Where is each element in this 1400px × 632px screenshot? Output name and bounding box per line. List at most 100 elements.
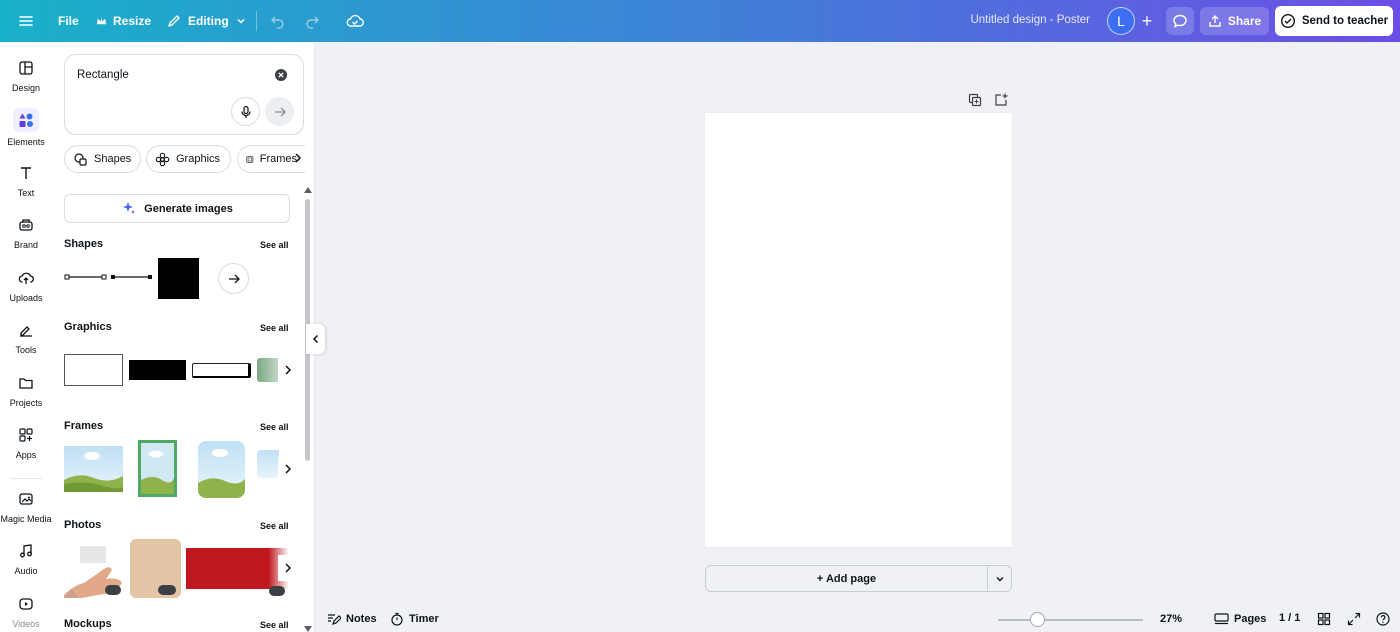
text-icon — [16, 163, 36, 183]
magic-media-icon — [16, 489, 36, 509]
see-all-mockups-link[interactable]: See all — [260, 620, 289, 630]
pages-button[interactable]: Pages — [1214, 612, 1266, 626]
photo-red[interactable] — [186, 548, 289, 596]
send-to-teacher-button[interactable]: Send to teacher — [1275, 6, 1393, 36]
chevron-down-icon — [237, 18, 245, 24]
help-button[interactable] — [1376, 612, 1390, 626]
chips-scroll-right-button[interactable] — [292, 150, 304, 166]
flower-icon — [155, 152, 170, 166]
search-input[interactable]: Rectangle — [77, 69, 129, 81]
grid-view-button[interactable] — [1317, 612, 1331, 626]
search-box[interactable]: Rectangle — [64, 54, 304, 135]
rail-item-design[interactable]: Design — [0, 58, 52, 93]
shape-square[interactable] — [158, 258, 199, 299]
add-page-button[interactable]: + Add page — [705, 565, 988, 592]
chip-graphics[interactable]: Graphics — [146, 145, 231, 173]
comments-button[interactable] — [1166, 7, 1194, 35]
photo-hand-card[interactable] — [64, 539, 124, 598]
plus-icon: + — [1141, 10, 1153, 31]
zoom-level[interactable]: 27% — [1160, 613, 1182, 625]
frame-partial[interactable] — [257, 450, 279, 478]
zoom-slider-thumb[interactable] — [1030, 612, 1045, 627]
shape-arrow-circle[interactable] — [218, 263, 249, 294]
resize-button[interactable]: Resize — [90, 7, 157, 35]
shapes-outline-icon — [74, 152, 87, 166]
zoom-slider-track[interactable] — [998, 619, 1143, 621]
graphics-scroll-right-button[interactable] — [278, 357, 298, 383]
add-page-icon-button[interactable] — [993, 92, 1009, 108]
avatar[interactable]: L — [1107, 7, 1135, 35]
cloud-upload-icon — [16, 268, 36, 288]
rail-label: Magic Media — [0, 514, 52, 524]
submit-search-button[interactable] — [265, 97, 294, 126]
share-button[interactable]: Share — [1200, 7, 1269, 35]
add-page-dropdown[interactable] — [987, 565, 1012, 592]
chip-shapes[interactable]: Shapes — [64, 145, 141, 173]
editing-mode-dropdown[interactable]: Editing — [160, 7, 253, 35]
photo-beige[interactable] — [130, 539, 181, 598]
timer-label: Timer — [409, 613, 439, 625]
rail-item-projects[interactable]: Projects — [0, 373, 52, 408]
section-title-frames: Frames — [64, 420, 104, 432]
rail-item-tools[interactable]: Tools — [0, 320, 52, 355]
rail-item-magic-media[interactable]: Magic Media — [0, 489, 52, 524]
rail-item-videos[interactable]: Videos — [0, 594, 52, 629]
chevron-down-icon — [996, 576, 1003, 581]
scroll-up-arrow-icon — [304, 187, 312, 193]
upload-icon — [1209, 15, 1221, 27]
graphic-black-rectangle[interactable] — [129, 360, 186, 380]
undo-icon — [271, 16, 284, 29]
close-circle-icon — [275, 69, 287, 81]
duplicate-page-button[interactable] — [967, 92, 983, 108]
chevron-right-icon — [285, 464, 292, 474]
rail-label: Brand — [13, 240, 39, 250]
pro-badge-icon — [158, 585, 176, 595]
rail-item-uploads[interactable]: Uploads — [0, 268, 52, 303]
timer-icon — [391, 612, 403, 626]
notes-button[interactable]: Notes — [327, 612, 377, 626]
chip-label: Graphics — [176, 153, 221, 165]
redo-icon — [306, 16, 319, 29]
section-title-graphics: Graphics — [64, 321, 112, 333]
cloud-check-icon — [346, 14, 364, 27]
shape-line-endpoints[interactable] — [64, 272, 108, 282]
see-all-graphics-link[interactable]: See all — [260, 323, 289, 333]
pencil-icon — [168, 15, 180, 27]
shape-line-filled-endpoints[interactable] — [110, 272, 154, 282]
fullscreen-button[interactable] — [1347, 612, 1361, 626]
shapes-icon — [13, 108, 39, 132]
voice-search-button[interactable] — [231, 97, 260, 126]
see-all-shapes-link[interactable]: See all — [260, 240, 289, 250]
graphic-outline-rectangle[interactable] — [64, 354, 123, 386]
rail-item-text[interactable]: Text — [0, 163, 52, 198]
undo-button[interactable] — [264, 7, 292, 35]
see-all-photos-link[interactable]: See all — [260, 521, 289, 531]
file-menu-button[interactable]: File — [52, 7, 85, 35]
frames-scroll-right-button[interactable] — [278, 456, 298, 482]
clear-search-button[interactable] — [274, 68, 288, 82]
help-icon — [1376, 612, 1390, 626]
rail-item-brand[interactable]: Brand — [0, 215, 52, 250]
menu-button[interactable] — [12, 7, 40, 35]
collapse-panel-button[interactable] — [306, 324, 325, 354]
apps-icon — [16, 425, 36, 445]
frame-paper[interactable] — [138, 440, 177, 497]
design-title[interactable]: Untitled design - Poster — [940, 14, 1090, 26]
redo-button[interactable] — [298, 7, 326, 35]
rail-item-elements[interactable]: Elements — [0, 108, 52, 147]
save-status-button[interactable] — [340, 7, 370, 35]
chevron-right-icon — [295, 153, 302, 163]
expand-icon — [1347, 612, 1361, 626]
graphic-shadow-rectangle[interactable] — [192, 363, 251, 378]
design-page[interactable] — [705, 113, 1012, 547]
timer-button[interactable]: Timer — [390, 612, 439, 626]
frame-rounded[interactable] — [198, 441, 245, 498]
rail-label: Audio — [14, 566, 38, 576]
add-collaborator-button[interactable]: + — [1134, 7, 1160, 35]
frame-landscape[interactable] — [64, 446, 123, 492]
see-all-frames-link[interactable]: See all — [260, 422, 289, 432]
rail-item-apps[interactable]: Apps — [0, 425, 52, 460]
rail-item-audio[interactable]: Audio — [0, 541, 52, 576]
generate-images-button[interactable]: Generate images — [64, 194, 290, 223]
photos-scroll-right-button[interactable] — [278, 555, 298, 581]
